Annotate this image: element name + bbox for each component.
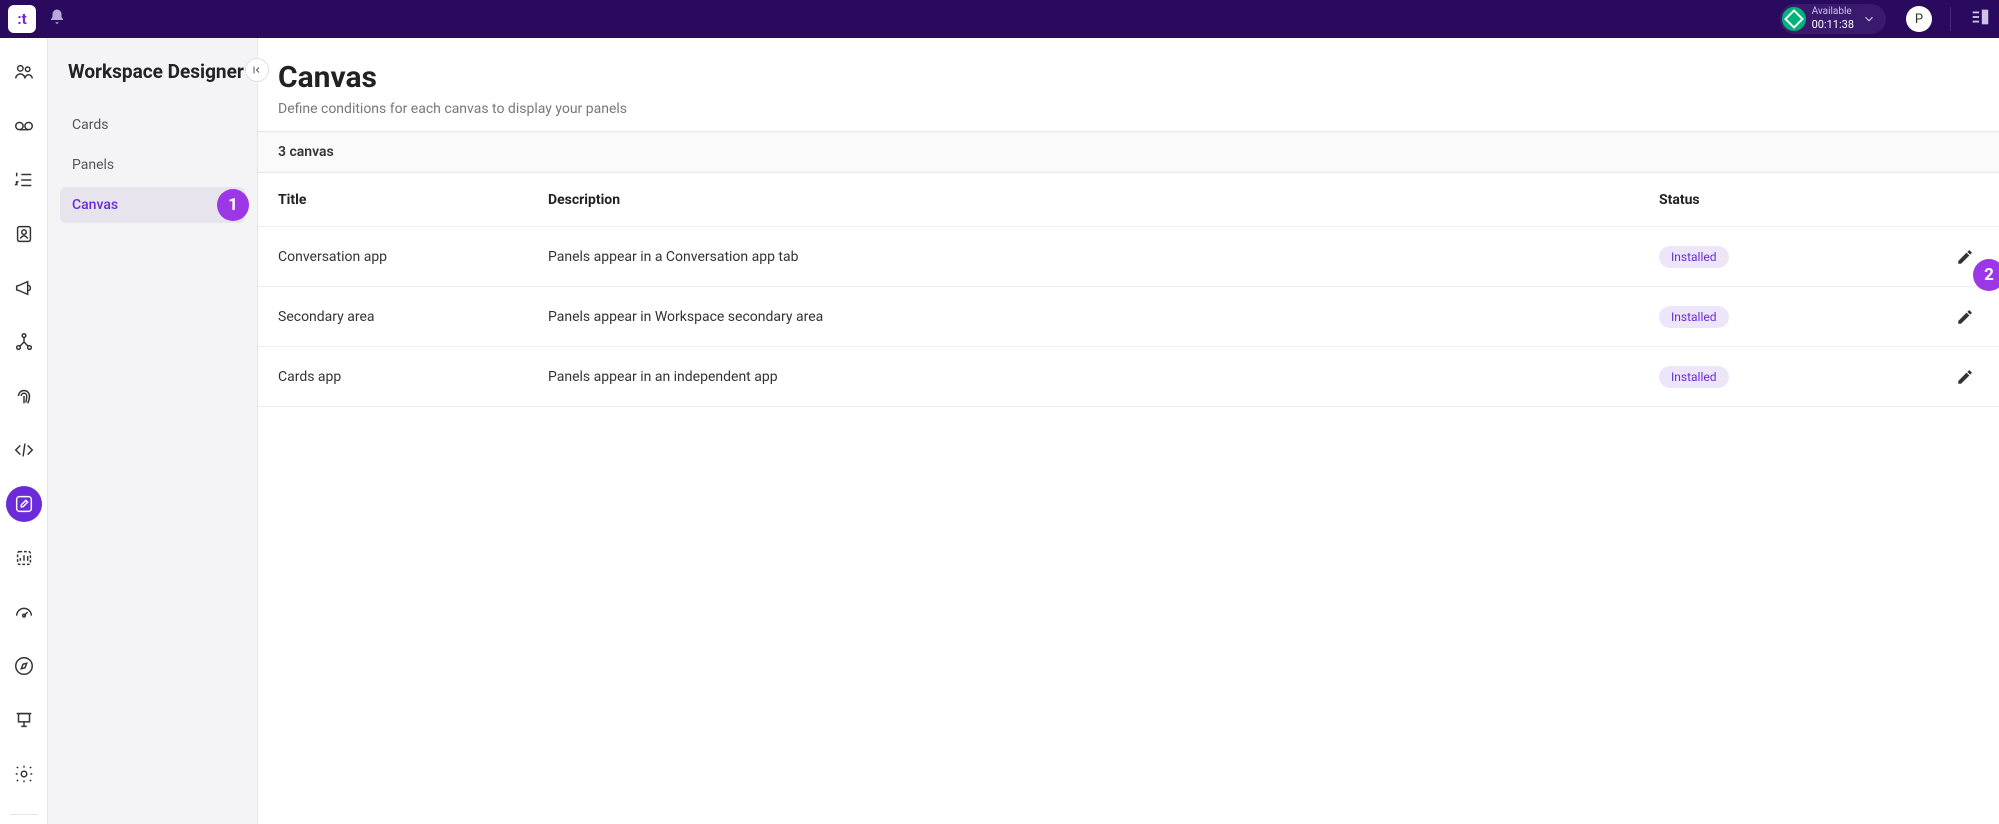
canvas-table: Title Description Status Conversation ap… [258, 173, 1999, 407]
gauge-icon [13, 601, 35, 623]
chevron-left-bar-icon [251, 64, 263, 76]
app-logo[interactable]: :t [8, 5, 36, 33]
code-icon [13, 439, 35, 461]
panel-toggle-button[interactable] [1969, 6, 1991, 32]
pencil-icon [1956, 308, 1974, 326]
pencil-icon [1956, 248, 1974, 266]
callout-badge-1: 1 [217, 189, 249, 221]
table-row: Conversation app Panels appear in a Conv… [258, 227, 1999, 287]
contact-icon [13, 223, 35, 245]
rail-item-4[interactable] [6, 216, 42, 252]
top-divider [1950, 7, 1951, 31]
collapse-sidebar-button[interactable] [245, 58, 269, 82]
table-header-row: Title Description Status [258, 173, 1999, 227]
table-row: Cards app Panels appear in an independen… [258, 347, 1999, 407]
presentation-icon [13, 709, 35, 731]
sidebar-item-label: Canvas [72, 197, 118, 213]
rail-item-10[interactable] [6, 540, 42, 576]
status-indicator-icon [1782, 7, 1806, 31]
rail-divider [10, 814, 38, 815]
status-label: Available [1812, 6, 1854, 18]
rail-item-settings[interactable] [6, 756, 42, 792]
megaphone-icon [13, 277, 35, 299]
rail-item-7[interactable] [6, 378, 42, 414]
cell-title: Cards app [278, 369, 548, 385]
column-title: Title [278, 192, 548, 208]
page-subtitle: Define conditions for each canvas to dis… [278, 101, 1979, 117]
activity-icon [13, 547, 35, 569]
rail-item-5[interactable] [6, 270, 42, 306]
compass-icon [13, 655, 35, 677]
sidebar: Workspace Designer Cards Panels Canvas 1 [48, 38, 258, 824]
rail-item-13[interactable] [6, 702, 42, 738]
status-badge: Installed [1659, 246, 1729, 268]
edit-row-button[interactable] [1951, 363, 1979, 391]
rail-item-11[interactable] [6, 594, 42, 630]
sidebar-item-canvas[interactable]: Canvas 1 [60, 187, 245, 223]
sidebar-title: Workspace Designer [60, 60, 245, 83]
chevron-down-icon [1862, 12, 1876, 26]
edit-square-icon [13, 493, 35, 515]
agent-status-pill[interactable]: Available 00:11:38 [1780, 4, 1886, 33]
page-title: Canvas [278, 60, 1979, 95]
cell-description: Panels appear in an independent app [548, 369, 1659, 385]
cell-description: Panels appear in a Conversation app tab [548, 249, 1659, 265]
voicemail-icon [13, 115, 35, 137]
rail-item-designer[interactable] [6, 486, 42, 522]
results-count: 3 canvas [258, 131, 1999, 173]
bell-icon [48, 8, 66, 26]
user-avatar[interactable]: P [1906, 6, 1932, 32]
cell-title: Secondary area [278, 309, 548, 325]
list-ordered-icon [13, 169, 35, 191]
sidebar-item-panels[interactable]: Panels [60, 147, 245, 183]
top-bar: :t Available 00:11:38 P [0, 0, 1999, 38]
rail-item-6[interactable] [6, 324, 42, 360]
gear-icon [13, 763, 35, 785]
rail-item-3[interactable] [6, 162, 42, 198]
panel-toggle-icon [1969, 6, 1991, 28]
rail-item-2[interactable] [6, 108, 42, 144]
cell-description: Panels appear in Workspace secondary are… [548, 309, 1659, 325]
cell-title: Conversation app [278, 249, 548, 265]
column-description: Description [548, 192, 1659, 208]
callout-badge-2: 2 [1973, 259, 1999, 291]
pencil-icon [1956, 368, 1974, 386]
status-badge: Installed [1659, 306, 1729, 328]
rail-item-12[interactable] [6, 648, 42, 684]
column-status: Status [1659, 192, 1919, 208]
fingerprint-icon [13, 385, 35, 407]
users-icon [13, 61, 35, 83]
table-row: Secondary area Panels appear in Workspac… [258, 287, 1999, 347]
rail-item-1[interactable] [6, 54, 42, 90]
notifications-button[interactable] [48, 8, 66, 30]
routing-icon [13, 331, 35, 353]
rail-item-8[interactable] [6, 432, 42, 468]
sidebar-item-cards[interactable]: Cards [60, 107, 245, 143]
icon-rail [0, 38, 48, 824]
status-timer: 00:11:38 [1812, 18, 1854, 31]
status-badge: Installed [1659, 366, 1729, 388]
main-content: Canvas Define conditions for each canvas… [258, 38, 1999, 824]
edit-row-button[interactable] [1951, 303, 1979, 331]
